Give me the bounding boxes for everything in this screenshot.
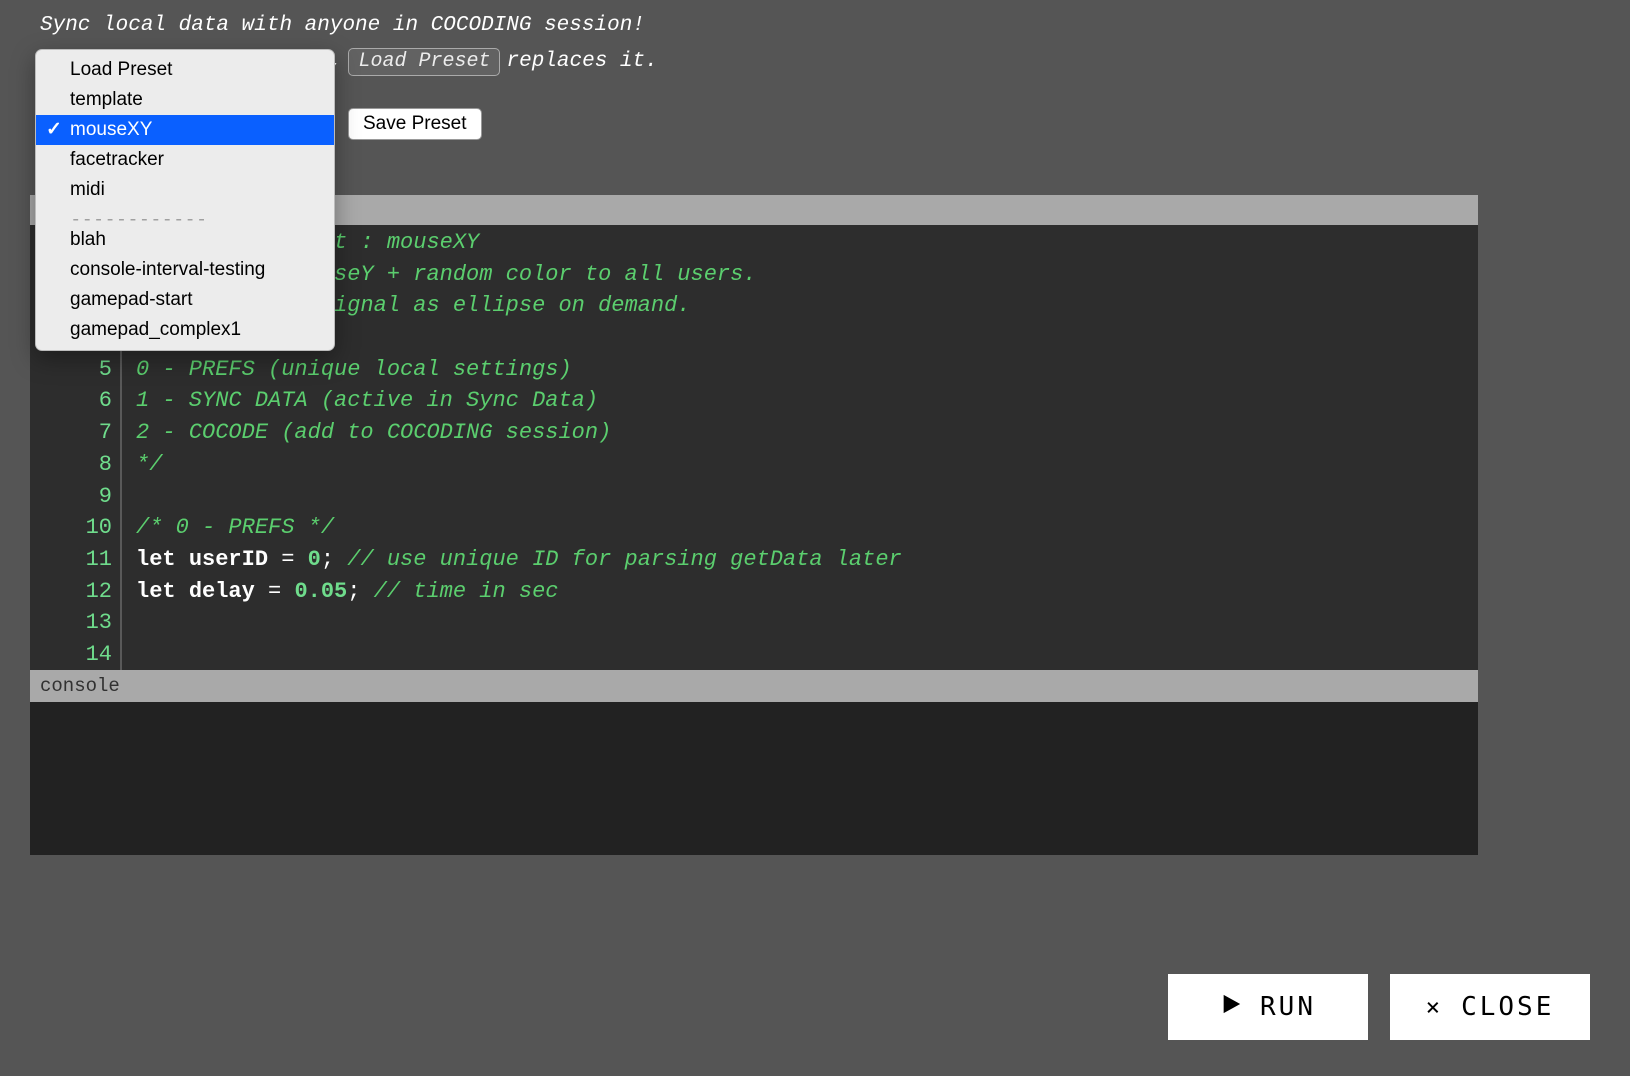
save-preset-button[interactable]: Save Preset [348,108,482,140]
line-number: 13 [30,607,112,639]
preset-dropdown[interactable]: Load PresettemplatemouseXYfacetrackermid… [35,49,335,351]
code-line[interactable]: let delay = 0.05; // time in sec [136,576,1478,608]
dropdown-item[interactable]: Load Preset [36,55,334,85]
line-number: 10 [30,512,112,544]
code-line[interactable]: let userID = 0; // use unique ID for par… [136,544,1478,576]
code-line[interactable]: /* Sync - Preset : mouseXY [136,227,1478,259]
editor-scrollbar[interactable] [1478,195,1492,855]
dropdown-item[interactable]: blah [36,225,334,255]
code-line[interactable] [136,322,1478,354]
code-line[interactable] [136,639,1478,670]
dropdown-item[interactable]: console-interval-testing [36,255,334,285]
code-line[interactable]: 0 - PREFS (unique local settings) [136,354,1478,386]
close-icon: × [1426,993,1443,1021]
code-line[interactable] [136,607,1478,639]
bottom-actions: RUN × CLOSE [1168,974,1590,1040]
line-number: 7 [30,417,112,449]
dropdown-item[interactable]: midi [36,175,334,205]
dropdown-separator: ------------ [70,208,324,222]
dropdown-item[interactable]: gamepad-start [36,285,334,315]
inline-load-preset-hint: Load Preset [348,48,500,76]
line-number: 9 [30,481,112,513]
code-line[interactable]: 1 - SYNC DATA (active in Sync Data) [136,385,1478,417]
app-root: { "intro": { "line1": "Sync local data w… [0,0,1630,1076]
close-button[interactable]: × CLOSE [1390,974,1590,1040]
code-line[interactable]: Send mouseX/mouseY + random color to all… [136,259,1478,291]
code-line[interactable]: Draw received signal as ellipse on deman… [136,290,1478,322]
code-line[interactable]: /* 0 - PREFS */ [136,512,1478,544]
console-output[interactable] [30,702,1478,855]
dropdown-item[interactable]: mouseXY [36,115,334,145]
code-line[interactable]: */ [136,449,1478,481]
console-bar: console [30,670,1478,702]
code-line[interactable] [136,481,1478,513]
line-number: 8 [30,449,112,481]
line-number: 11 [30,544,112,576]
line-number: 5 [30,354,112,386]
line-number: 6 [30,385,112,417]
play-icon [1220,992,1242,1022]
dropdown-item[interactable]: template [36,85,334,115]
run-button[interactable]: RUN [1168,974,1368,1040]
line-number: 12 [30,576,112,608]
line-number: 14 [30,639,112,670]
dropdown-item[interactable]: facetracker [36,145,334,175]
code-line[interactable]: 2 - COCODE (add to COCODING session) [136,417,1478,449]
dropdown-item[interactable]: gamepad_complex1 [36,315,334,345]
intro-line1: Sync local data with anyone in COCODING … [40,8,658,44]
console-label: console [40,675,120,697]
